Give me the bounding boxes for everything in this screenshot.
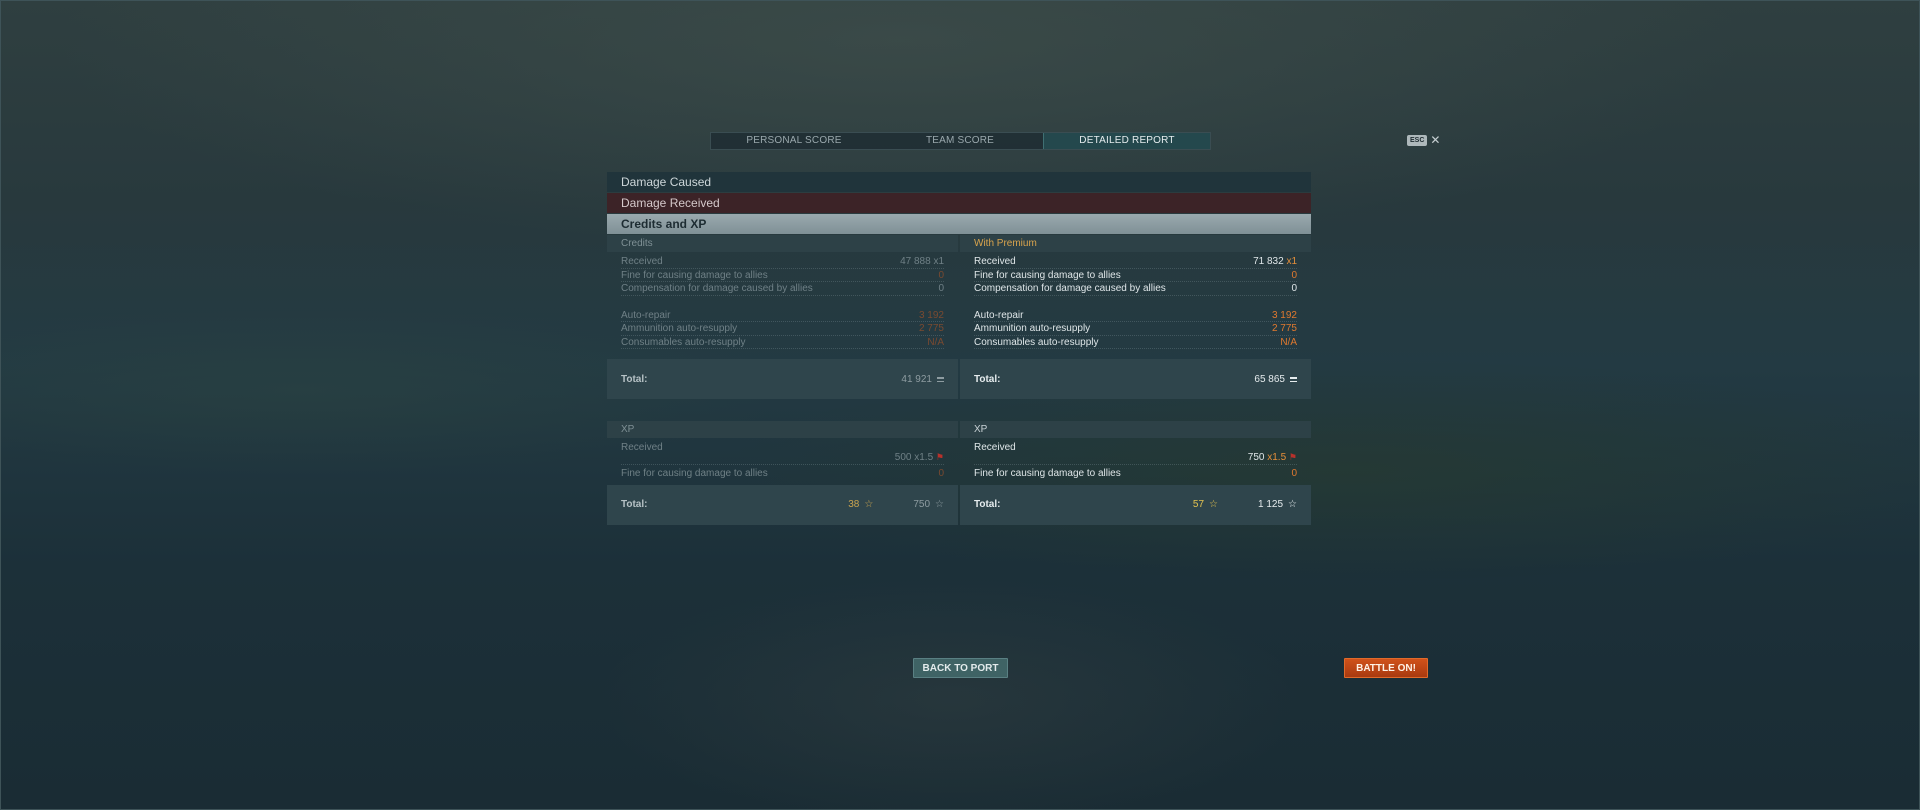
credits-columns: Credits Received 47 888 x1 Fine for caus… xyxy=(607,235,1311,399)
total-label: Total: xyxy=(621,499,648,510)
row-value: N/A xyxy=(1280,336,1297,348)
xp-received-row: Received 750 x1.5 ⚑ xyxy=(974,441,1297,465)
row-value: 0 xyxy=(938,468,944,479)
xp-basic-column: XP Received 500 x1.5 ⚑ Fine for causing … xyxy=(607,421,958,525)
credits-ammo-row: Ammunition auto-resupply 2 775 xyxy=(621,322,944,336)
battle-on-button[interactable]: BATTLE ON! xyxy=(1344,658,1428,678)
row-label: Received xyxy=(974,442,1016,453)
credits-premium-total: Total: 65 865 xyxy=(960,359,1311,399)
row-value: 71 832 x1 xyxy=(1253,256,1297,267)
free-xp-value: 57 ☆ xyxy=(1192,499,1218,510)
total-label: Total: xyxy=(621,373,648,385)
back-to-port-button[interactable]: BACK TO PORT xyxy=(913,658,1008,678)
total-label: Total: xyxy=(974,499,1001,510)
total-label: Total: xyxy=(974,373,1001,385)
row-value: N/A xyxy=(927,336,944,348)
xp-star-icon: ☆ xyxy=(1288,499,1297,510)
row-value: 0 xyxy=(938,283,944,294)
row-label: Fine for causing damage to allies xyxy=(974,468,1121,479)
credits-received-row: Received 71 832 x1 xyxy=(974,255,1297,269)
xp-total-value: 1 125 ☆ xyxy=(1258,499,1297,510)
row-label: Compensation for damage caused by allies xyxy=(974,283,1166,294)
xp-basic-total: Total: 38 ☆ 750 ☆ xyxy=(607,484,958,525)
flag-icon: ⚑ xyxy=(1288,452,1297,462)
credits-auto-repair-row: Auto-repair 3 192 xyxy=(974,309,1297,322)
row-label: Consumables auto-resupply xyxy=(621,336,746,348)
tab-personal-score[interactable]: PERSONAL SCORE xyxy=(711,133,877,149)
detailed-report-panel: Damage Caused Damage Received Credits an… xyxy=(607,172,1311,525)
report-tabs: PERSONAL SCORE TEAM SCORE DETAILED REPOR… xyxy=(710,132,1211,150)
row-value: 2 775 xyxy=(918,323,944,334)
section-credits-xp[interactable]: Credits and XP xyxy=(607,214,1311,234)
esc-key-badge: ESC xyxy=(1407,134,1428,146)
credits-auto-repair-row: Auto-repair 3 192 xyxy=(621,309,944,322)
credits-compensation-row: Compensation for damage caused by allies… xyxy=(621,282,944,296)
flag-icon: ⚑ xyxy=(935,452,944,462)
credits-fine-row: Fine for causing damage to allies 0 xyxy=(621,269,944,282)
row-label: Received xyxy=(974,256,1016,267)
credits-consumables-row: Consumables auto-resupply N/A xyxy=(974,336,1297,349)
xp-premium-header: XP xyxy=(960,421,1311,438)
row-value: 0 xyxy=(1291,269,1297,281)
close-control[interactable]: ESC ✕ xyxy=(1407,134,1440,146)
xp-basic-header: XP xyxy=(607,421,958,438)
credits-basic-column: Credits Received 47 888 x1 Fine for caus… xyxy=(607,235,958,399)
row-value: 0 xyxy=(1291,468,1297,479)
row-value: 0 xyxy=(1291,283,1297,294)
credits-premium-header: With Premium xyxy=(960,235,1311,252)
xp-columns: XP Received 500 x1.5 ⚑ Fine for causing … xyxy=(607,421,1311,525)
tab-detailed-report[interactable]: DETAILED REPORT xyxy=(1043,133,1210,149)
credit-icon xyxy=(1290,376,1297,382)
credits-received-row: Received 47 888 x1 xyxy=(621,255,944,269)
row-label: Received xyxy=(621,256,663,267)
row-value: 3 192 xyxy=(918,309,944,321)
close-icon[interactable]: ✕ xyxy=(1430,134,1440,146)
credit-icon xyxy=(937,376,944,382)
credits-fine-row: Fine for causing damage to allies 0 xyxy=(974,269,1297,282)
tab-team-score[interactable]: TEAM SCORE xyxy=(877,133,1043,149)
xp-star-icon: ☆ xyxy=(935,499,944,510)
xp-total-value: 750 ☆ xyxy=(913,499,944,510)
row-value: 0 xyxy=(938,269,944,281)
row-value: 2 775 xyxy=(1271,323,1297,334)
xp-premium-total: Total: 57 ☆ 1 125 ☆ xyxy=(960,484,1311,525)
row-label: Ammunition auto-resupply xyxy=(974,323,1091,334)
credits-ammo-row: Ammunition auto-resupply 2 775 xyxy=(974,322,1297,336)
xp-received-row: Received 500 x1.5 ⚑ xyxy=(621,441,944,465)
row-label: Consumables auto-resupply xyxy=(974,336,1099,348)
credits-compensation-row: Compensation for damage caused by allies… xyxy=(974,282,1297,296)
row-label: Compensation for damage caused by allies xyxy=(621,283,813,294)
free-xp-star-icon: ☆ xyxy=(1209,499,1218,510)
free-xp-value: 38 ☆ xyxy=(848,499,874,510)
total-value: 65 865 xyxy=(1254,374,1297,385)
total-value: 41 921 xyxy=(901,374,944,385)
row-value: 750 x1.5 ⚑ xyxy=(1247,452,1297,463)
credits-consumables-row: Consumables auto-resupply N/A xyxy=(621,336,944,349)
xp-fine-row: Fine for causing damage to allies 0 xyxy=(974,467,1297,481)
row-value: 3 192 xyxy=(1271,309,1297,321)
row-label: Fine for causing damage to allies xyxy=(974,269,1121,281)
credits-basic-header: Credits xyxy=(607,235,958,252)
row-label: Auto-repair xyxy=(621,309,671,321)
row-label: Auto-repair xyxy=(974,309,1024,321)
row-value: 47 888 x1 xyxy=(900,256,944,267)
row-label: Fine for causing damage to allies xyxy=(621,468,768,479)
row-label: Ammunition auto-resupply xyxy=(621,323,738,334)
credits-basic-total: Total: 41 921 xyxy=(607,359,958,399)
row-label: Fine for causing damage to allies xyxy=(621,269,768,281)
xp-fine-row: Fine for causing damage to allies 0 xyxy=(621,467,944,481)
free-xp-star-icon: ☆ xyxy=(864,499,874,510)
xp-premium-column: XP Received 750 x1.5 ⚑ Fine for causing … xyxy=(960,421,1311,525)
section-damage-received[interactable]: Damage Received xyxy=(607,193,1311,213)
credits-premium-column: With Premium Received 71 832 x1 Fine for… xyxy=(960,235,1311,399)
row-label: Received xyxy=(621,442,663,453)
row-value: 500 x1.5 ⚑ xyxy=(894,452,944,463)
section-damage-caused[interactable]: Damage Caused xyxy=(607,172,1311,192)
